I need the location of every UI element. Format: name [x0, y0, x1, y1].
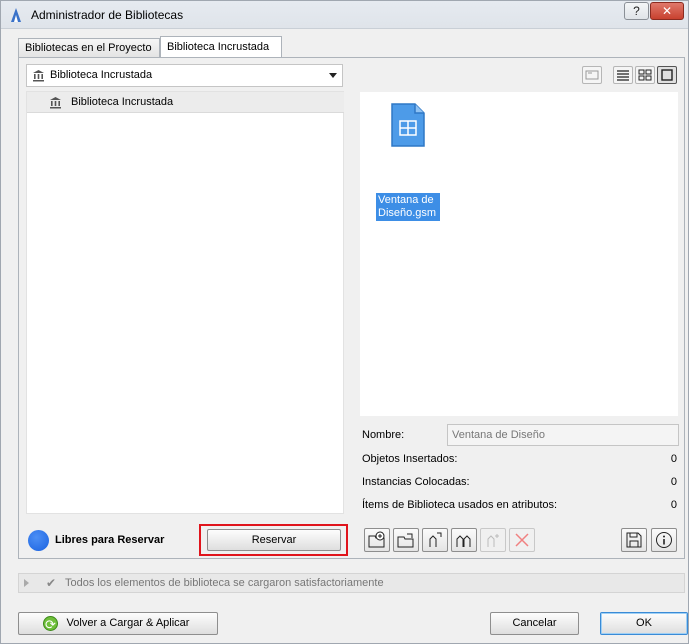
- status-indicator-icon: [28, 530, 49, 551]
- name-label: Nombre:: [362, 429, 405, 441]
- hands-objects-icon: [456, 535, 471, 547]
- hand-object-icon: [429, 532, 442, 547]
- placed-instances-value: 0: [670, 476, 677, 488]
- reserve-object-button[interactable]: [422, 528, 448, 552]
- open-folder-button[interactable]: [393, 528, 419, 552]
- list-view-button[interactable]: [613, 66, 633, 84]
- icon-view-button[interactable]: [635, 66, 655, 84]
- chevron-down-icon: [329, 73, 337, 78]
- message-bar: ✔ Todos los elementos de biblioteca se c…: [18, 573, 685, 593]
- folder-view-button[interactable]: [582, 66, 602, 84]
- folder-view-icon: [585, 70, 599, 80]
- library-dropdown[interactable]: Biblioteca Incrustada: [26, 64, 343, 87]
- status-label: Libres para Reservar: [55, 534, 165, 546]
- folder-open-icon: [397, 533, 414, 548]
- reload-icon: [43, 614, 58, 635]
- tree-item-embedded-library[interactable]: Biblioteca Incrustada: [27, 92, 344, 113]
- add-object-button[interactable]: [364, 528, 390, 552]
- tab-content: Biblioteca Incrustada Biblioteca Incrust…: [18, 57, 685, 559]
- save-icon: [626, 532, 642, 548]
- info-button[interactable]: [651, 528, 677, 552]
- inserted-objects-value: 0: [670, 453, 677, 465]
- icon-view-icon: [638, 69, 652, 81]
- info-icon: [656, 532, 672, 548]
- reload-apply-button[interactable]: Volver a Cargar & Aplicar: [18, 612, 218, 635]
- library-tree: Biblioteca Incrustada: [26, 91, 344, 514]
- cancel-button[interactable]: Cancelar: [490, 612, 579, 635]
- object-preview-area: Ventana de Diseño.gsm: [360, 92, 678, 416]
- large-icon-view-icon: [661, 69, 673, 81]
- tree-item-label: Biblioteca Incrustada: [71, 96, 174, 108]
- save-object-button[interactable]: [621, 528, 647, 552]
- inserted-objects-label: Objetos Insertados:: [362, 453, 458, 465]
- help-button[interactable]: ?: [624, 2, 649, 20]
- checkmark-icon: ✔: [46, 576, 57, 590]
- ok-button[interactable]: OK: [600, 612, 688, 635]
- close-button[interactable]: ✕: [650, 2, 684, 20]
- delete-object-button[interactable]: [509, 528, 535, 552]
- list-view-icon: [617, 70, 629, 81]
- hand-plus-icon: [487, 534, 499, 547]
- chevron-right-icon[interactable]: [24, 579, 29, 587]
- reload-apply-label: Volver a Cargar & Aplicar: [66, 617, 190, 629]
- window-object-icon[interactable]: [390, 102, 426, 148]
- status-message: Todos los elementos de biblioteca se car…: [65, 577, 384, 589]
- attribute-items-label: Ítems de Biblioteca usados en atributos:: [362, 499, 558, 511]
- reserve-all-button[interactable]: [451, 528, 477, 552]
- library-icon: [33, 70, 44, 82]
- name-field[interactable]: Ventana de Diseño: [447, 424, 679, 446]
- library-icon: [50, 97, 61, 109]
- large-icon-view-button[interactable]: [657, 66, 677, 84]
- title-bar: Administrador de Bibliotecas ? ✕: [1, 1, 688, 29]
- object-file-name[interactable]: Ventana de Diseño.gsm: [376, 193, 440, 221]
- tab-project-libraries[interactable]: Bibliotecas en el Proyecto: [18, 38, 160, 58]
- reserve-button[interactable]: Reservar: [207, 529, 341, 551]
- library-manager-window: Administrador de Bibliotecas ? ✕ Bibliot…: [0, 0, 689, 644]
- tab-embedded-library[interactable]: Biblioteca Incrustada: [160, 36, 282, 58]
- folder-add-icon: [368, 531, 385, 548]
- placed-instances-label: Instancias Colocadas:: [362, 476, 470, 488]
- archicad-app-icon: [11, 8, 21, 22]
- window-title: Administrador de Bibliotecas: [31, 8, 184, 22]
- attribute-items-value: 0: [670, 499, 677, 511]
- library-dropdown-value: Biblioteca Incrustada: [50, 69, 153, 81]
- delete-icon: [515, 533, 529, 547]
- release-object-button[interactable]: [480, 528, 506, 552]
